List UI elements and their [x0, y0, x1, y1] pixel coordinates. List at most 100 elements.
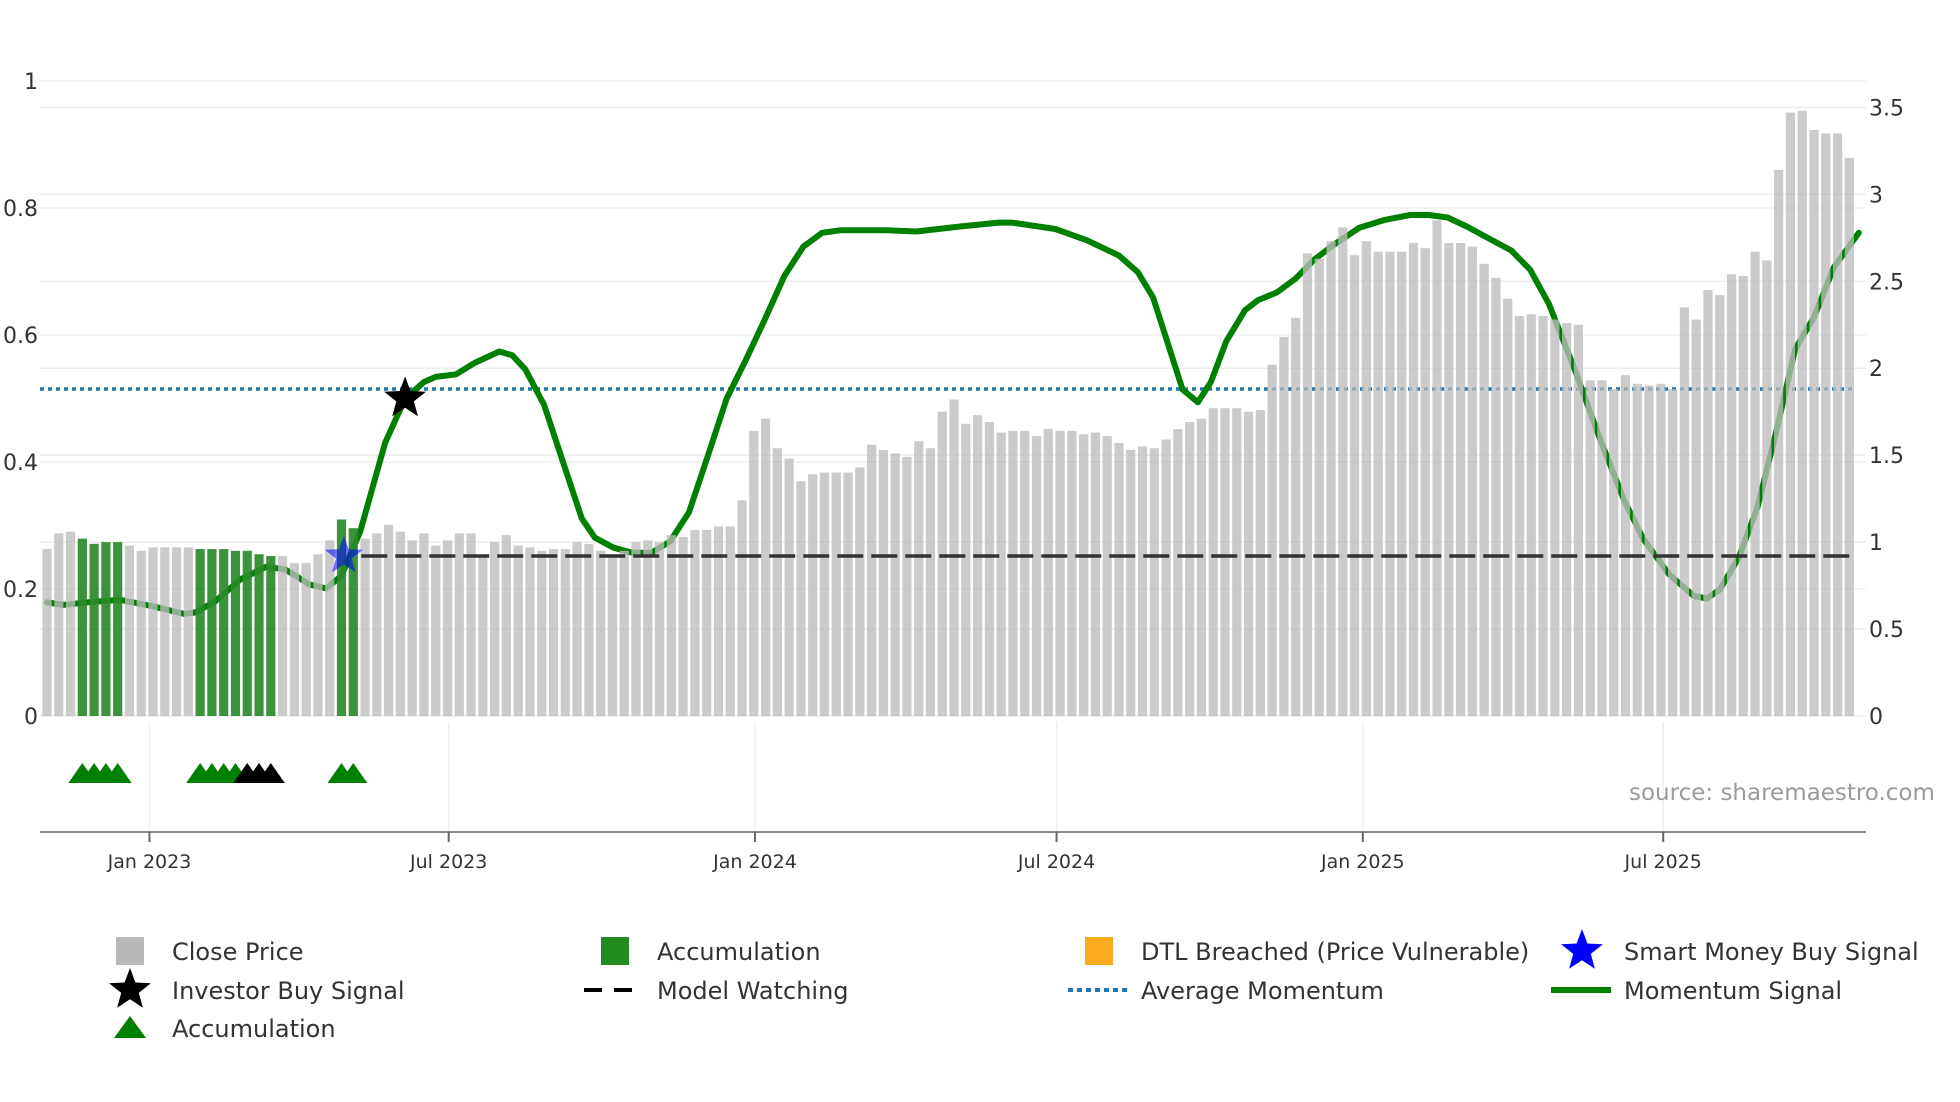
close-price-bar	[607, 554, 618, 716]
x-axis-tick: Jul 2024	[1017, 851, 1095, 873]
close-price-bar	[1196, 418, 1207, 716]
legend-item: Smart Money Buy Signal	[1561, 929, 1919, 969]
close-price-bar	[525, 547, 535, 716]
close-price-bar	[819, 472, 830, 716]
accumulation-bar	[230, 550, 241, 716]
close-price-bar	[619, 550, 629, 716]
close-price-bar	[1715, 295, 1725, 716]
close-price-bar	[419, 533, 429, 716]
close-price-bar	[1797, 110, 1807, 716]
close-price-bar	[1220, 408, 1230, 716]
left-axis-tick: 1	[24, 70, 38, 95]
close-price-bar	[973, 415, 983, 716]
close-price-bar	[466, 533, 476, 716]
close-price-bar	[395, 531, 405, 716]
legend-item: Close Price	[116, 937, 304, 966]
close-price-bar	[1726, 274, 1737, 716]
close-price-bar	[1585, 380, 1595, 716]
left-axis-tick: 0.8	[3, 197, 38, 222]
close-price-bar	[1762, 260, 1772, 716]
close-price-bar	[867, 444, 877, 716]
close-price-bar	[1338, 227, 1348, 716]
close-price-bar	[996, 432, 1006, 716]
close-price-bar	[584, 543, 594, 716]
close-price-bar	[360, 538, 370, 716]
legend-item: Momentum Signal	[1551, 977, 1842, 1005]
close-price-bar	[1326, 241, 1336, 717]
close-price-bar	[313, 554, 323, 716]
close-price-bar	[431, 545, 441, 716]
close-price-bar	[289, 562, 299, 716]
close-price-bar	[1432, 220, 1442, 716]
left-axis-tick: 0.4	[3, 451, 38, 476]
black-star-icon	[109, 968, 151, 1008]
close-price-bar	[1291, 317, 1301, 716]
legend-item: Investor Buy Signal	[109, 968, 405, 1008]
left-axis-tick: 0	[24, 705, 38, 730]
close-price-bar	[855, 467, 865, 716]
close-price-bar	[772, 448, 782, 716]
close-price-bar	[1043, 429, 1053, 716]
close-price-bar	[1420, 248, 1430, 717]
close-price-bar	[1137, 446, 1148, 716]
close-price-bar	[1020, 430, 1030, 716]
close-price-bar	[1232, 408, 1242, 716]
accumulation-bar	[242, 550, 252, 716]
close-price-bar	[1632, 383, 1642, 716]
right-axis-tick: 1	[1869, 531, 1883, 556]
legend-label: Average Momentum	[1141, 977, 1384, 1005]
accumulation-bar	[219, 549, 229, 716]
close-price-bar	[643, 540, 653, 716]
accumulation-bar	[113, 542, 123, 716]
right-axis-tick: 2	[1869, 357, 1883, 382]
orange-square-icon	[1085, 937, 1113, 965]
legend-item: DTL Breached (Price Vulnerable)	[1085, 937, 1529, 966]
source-label: source: sharemaestro.com	[1629, 780, 1935, 806]
close-price-bars	[42, 110, 1854, 717]
accumulation-bar	[89, 543, 99, 716]
close-price-bar	[654, 542, 665, 716]
close-price-bar	[984, 422, 994, 716]
close-price-bar	[737, 500, 747, 716]
close-price-bar	[183, 547, 193, 716]
close-price-bar	[937, 411, 947, 716]
close-price-bar	[560, 549, 570, 716]
close-price-bar	[784, 458, 794, 716]
grey-square-icon	[116, 937, 144, 965]
x-axis-tick: Jan 2024	[712, 851, 797, 873]
close-price-bar	[1785, 112, 1796, 716]
close-price-bar	[160, 547, 170, 716]
close-price-bar	[1573, 324, 1583, 716]
close-price-bar	[1691, 319, 1701, 716]
close-price-bar	[1738, 276, 1748, 716]
close-price-bar	[1279, 336, 1289, 716]
legend-label: Close Price	[172, 938, 304, 966]
close-price-bar	[1114, 442, 1124, 716]
close-price-bar	[1774, 169, 1784, 717]
accumulation-bar	[77, 538, 87, 716]
close-price-bar	[1243, 411, 1254, 716]
accumulation-bar	[195, 549, 205, 716]
close-price-bar	[454, 533, 464, 716]
close-price-bar	[501, 535, 512, 716]
close-price-bar	[902, 456, 912, 716]
close-price-bar	[537, 550, 547, 716]
close-price-bar	[631, 542, 641, 716]
close-price-bar	[1397, 251, 1407, 716]
legend-item: Accumulation	[601, 937, 821, 966]
close-price-bar	[278, 556, 288, 716]
close-price-bar	[136, 550, 146, 716]
legend: Close Price Accumulation DTL Breached (Pri…	[109, 929, 1919, 1043]
close-price-bar	[1361, 241, 1371, 717]
close-price-bar	[1679, 307, 1690, 716]
close-price-bar	[1031, 436, 1042, 716]
close-price-bar	[1185, 422, 1195, 716]
close-price-bar	[1126, 449, 1136, 716]
close-price-bar	[1514, 316, 1525, 716]
close-price-bar	[678, 536, 688, 716]
close-price-bar	[490, 542, 500, 716]
close-price-bar	[1562, 322, 1572, 716]
close-price-bar	[1008, 430, 1018, 716]
close-price-bar	[1609, 389, 1619, 716]
close-price-bar	[442, 540, 453, 716]
